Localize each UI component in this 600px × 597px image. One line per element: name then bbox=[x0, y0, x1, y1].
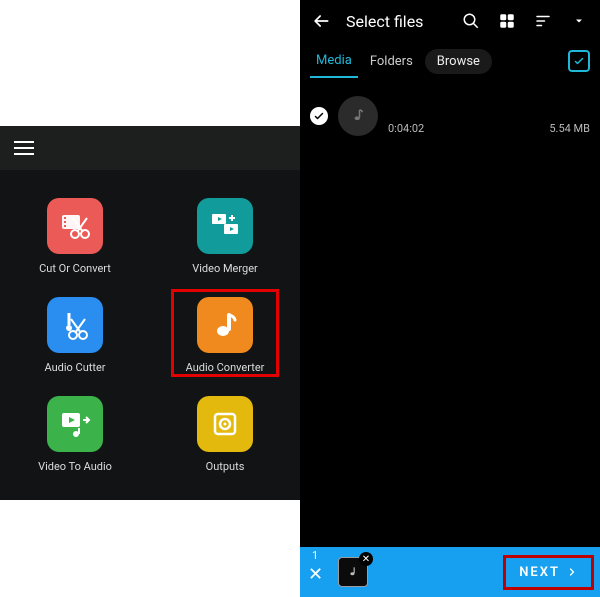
list-item[interactable]: 0:04:02 5.54 MB bbox=[310, 86, 590, 146]
video-to-audio-icon bbox=[47, 396, 103, 452]
tool-cut-or-convert[interactable]: Cut Or Convert bbox=[15, 198, 135, 275]
checkmark-icon[interactable] bbox=[310, 107, 328, 125]
duration: 0:04:02 bbox=[388, 122, 424, 135]
topbar bbox=[0, 126, 300, 170]
tools-app: Cut Or Convert Video Merger Audio Cutter bbox=[0, 126, 300, 500]
tool-label: Audio Cutter bbox=[44, 361, 105, 374]
tool-label: Outputs bbox=[206, 460, 245, 473]
sort-icon[interactable] bbox=[532, 10, 554, 32]
tab-browse[interactable]: Browse bbox=[425, 49, 492, 74]
next-button[interactable]: NEXT bbox=[507, 559, 590, 586]
remove-chip-icon[interactable]: ✕ bbox=[359, 552, 373, 566]
page-title: Select files bbox=[346, 12, 423, 31]
tool-video-merger[interactable]: Video Merger bbox=[165, 198, 285, 275]
outputs-icon bbox=[197, 396, 253, 452]
tool-outputs[interactable]: Outputs bbox=[165, 396, 285, 473]
tool-video-to-audio[interactable]: Video To Audio bbox=[15, 396, 135, 473]
right-panel: Select files Media Folders Browse bbox=[300, 0, 600, 597]
selection-count: 1 bbox=[312, 549, 318, 562]
select-all-icon[interactable] bbox=[568, 50, 590, 72]
search-icon[interactable] bbox=[460, 10, 482, 32]
tool-label: Audio Converter bbox=[186, 361, 265, 374]
filesize: 5.54 MB bbox=[549, 122, 590, 135]
selection-chip-wrap: 1 ✕ bbox=[310, 557, 368, 587]
audio-cutter-icon bbox=[47, 297, 103, 353]
chevron-right-icon bbox=[566, 566, 578, 578]
tool-audio-converter[interactable]: Audio Converter bbox=[165, 297, 285, 374]
video-merger-icon bbox=[197, 198, 253, 254]
tabs: Media Folders Browse bbox=[300, 42, 600, 80]
tool-label: Video To Audio bbox=[38, 460, 112, 473]
tool-audio-cutter[interactable]: Audio Cutter bbox=[15, 297, 135, 374]
file-meta: 0:04:02 5.54 MB bbox=[388, 98, 590, 135]
tab-folders[interactable]: Folders bbox=[364, 46, 419, 77]
left-panel: Cut Or Convert Video Merger Audio Cutter bbox=[0, 0, 300, 597]
header: Select files bbox=[300, 0, 600, 42]
back-icon[interactable] bbox=[310, 10, 332, 32]
cut-convert-icon bbox=[47, 198, 103, 254]
grid-view-icon[interactable] bbox=[496, 10, 518, 32]
tab-media[interactable]: Media bbox=[310, 45, 358, 78]
selection-chip[interactable]: ✕ bbox=[338, 557, 368, 587]
tools-grid: Cut Or Convert Video Merger Audio Cutter bbox=[0, 170, 300, 473]
tool-label: Video Merger bbox=[192, 262, 258, 275]
bottom-bar: ✕ 1 ✕ NEXT bbox=[300, 547, 600, 597]
menu-icon[interactable] bbox=[14, 141, 34, 155]
file-list: 0:04:02 5.54 MB bbox=[300, 80, 600, 152]
empty-space bbox=[300, 152, 600, 547]
music-note-icon bbox=[338, 96, 378, 136]
tool-label: Cut Or Convert bbox=[39, 262, 111, 275]
blank-area bbox=[0, 0, 300, 126]
audio-converter-icon bbox=[197, 297, 253, 353]
next-label: NEXT bbox=[519, 565, 560, 580]
dropdown-icon[interactable] bbox=[568, 10, 590, 32]
